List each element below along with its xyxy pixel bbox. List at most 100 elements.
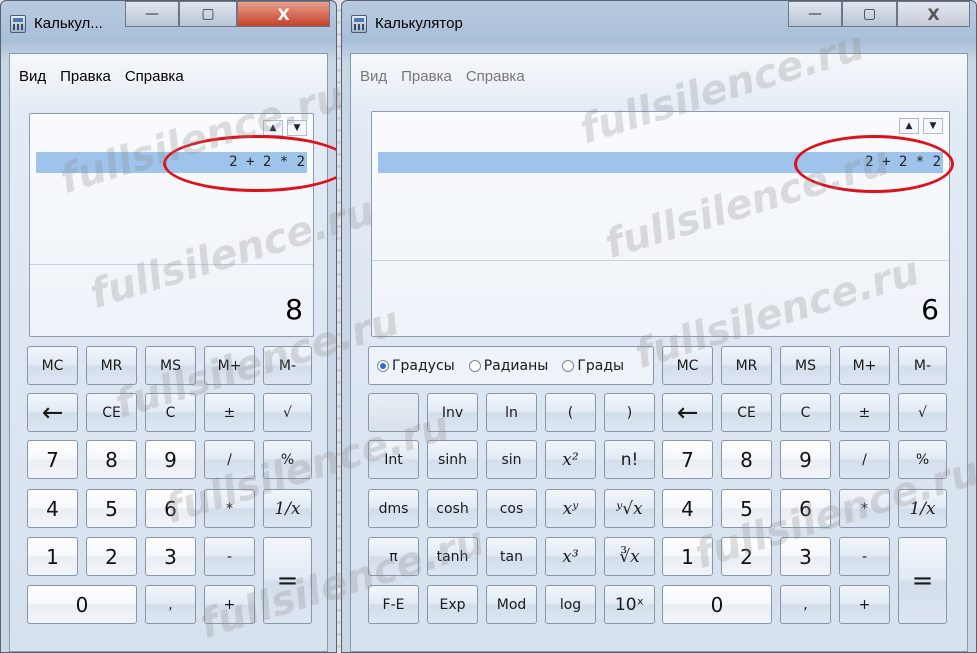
minus-button[interactable]: - bbox=[839, 537, 890, 576]
digit-0-button[interactable]: 0 bbox=[27, 585, 137, 624]
mr-button[interactable]: MR bbox=[721, 346, 772, 385]
exp-button[interactable]: Exp bbox=[427, 585, 478, 624]
sqrt-button[interactable]: √ bbox=[898, 393, 947, 432]
digit-9-button[interactable]: 9 bbox=[780, 440, 831, 479]
digit-3-button[interactable]: 3 bbox=[780, 537, 831, 576]
menu-help[interactable]: Справка bbox=[125, 68, 184, 85]
digit-1-button[interactable]: 1 bbox=[662, 537, 713, 576]
plus-minus-button[interactable]: ± bbox=[204, 393, 255, 432]
ln-button[interactable]: ln bbox=[486, 393, 537, 432]
menu-help[interactable]: Справка bbox=[466, 68, 525, 85]
fe-button[interactable]: F-E bbox=[368, 585, 419, 624]
digit-7-button[interactable]: 7 bbox=[27, 440, 78, 479]
close-button[interactable]: X bbox=[237, 1, 330, 27]
cosh-button[interactable]: cosh bbox=[427, 489, 478, 528]
minimize-button[interactable]: — bbox=[125, 1, 179, 27]
radians-radio[interactable]: Радианы bbox=[468, 358, 548, 374]
divide-button[interactable]: / bbox=[204, 440, 255, 479]
x-power-y-button[interactable]: xʸ bbox=[545, 489, 596, 528]
percent-button[interactable]: % bbox=[898, 440, 947, 479]
multiply-button[interactable]: * bbox=[204, 489, 255, 528]
multiply-button[interactable]: * bbox=[839, 489, 890, 528]
reciprocal-button[interactable]: 1/x bbox=[263, 489, 312, 528]
title-bar[interactable]: Калькулятор — ▢ X bbox=[342, 1, 976, 53]
c-button[interactable]: C bbox=[145, 393, 196, 432]
pi-button[interactable]: π bbox=[368, 537, 419, 576]
digit-6-button[interactable]: 6 bbox=[145, 489, 196, 528]
plus-button[interactable]: + bbox=[839, 585, 890, 624]
digit-2-button[interactable]: 2 bbox=[721, 537, 772, 576]
x-squared-button[interactable]: x² bbox=[545, 440, 596, 479]
inv-button[interactable]: Inv bbox=[427, 393, 478, 432]
mc-button[interactable]: MC bbox=[27, 346, 78, 385]
digit-5-button[interactable]: 5 bbox=[86, 489, 137, 528]
grads-radio[interactable]: Грады bbox=[562, 358, 624, 374]
ten-power-x-button[interactable]: 10ˣ bbox=[604, 585, 655, 624]
title-bar[interactable]: Калькул... — ▢ X bbox=[1, 1, 336, 53]
m-minus-button[interactable]: M- bbox=[263, 346, 312, 385]
menu-view[interactable]: Вид bbox=[360, 68, 387, 85]
y-root-x-button[interactable]: ʸ√x bbox=[604, 489, 655, 528]
sin-button[interactable]: sin bbox=[486, 440, 537, 479]
cube-root-button[interactable]: ∛x bbox=[604, 537, 655, 576]
m-minus-button[interactable]: M- bbox=[898, 346, 947, 385]
close-button[interactable]: X bbox=[897, 1, 970, 27]
digit-4-button[interactable]: 4 bbox=[662, 489, 713, 528]
ms-button[interactable]: MS bbox=[780, 346, 831, 385]
degrees-radio[interactable]: Градусы bbox=[377, 358, 455, 374]
int-button[interactable]: Int bbox=[368, 440, 419, 479]
digit-0-button[interactable]: 0 bbox=[662, 585, 772, 624]
minimize-button[interactable]: — bbox=[788, 1, 842, 27]
menu-edit[interactable]: Правка bbox=[401, 68, 452, 85]
m-plus-button[interactable]: M+ bbox=[204, 346, 255, 385]
maximize-button[interactable]: ▢ bbox=[179, 1, 237, 27]
comma-button[interactable]: , bbox=[145, 585, 196, 624]
tan-button[interactable]: tan bbox=[486, 537, 537, 576]
minus-button[interactable]: - bbox=[204, 537, 255, 576]
digit-7-button[interactable]: 7 bbox=[662, 440, 713, 479]
plus-button[interactable]: + bbox=[204, 585, 255, 624]
m-plus-button[interactable]: M+ bbox=[839, 346, 890, 385]
maximize-button[interactable]: ▢ bbox=[842, 1, 897, 27]
backspace-button[interactable]: ← bbox=[662, 393, 713, 432]
menu-edit[interactable]: Правка bbox=[60, 68, 111, 85]
right-paren-button[interactable]: ) bbox=[604, 393, 655, 432]
equals-button[interactable]: = bbox=[898, 537, 947, 624]
mod-button[interactable]: Mod bbox=[486, 585, 537, 624]
ce-button[interactable]: CE bbox=[721, 393, 772, 432]
sqrt-button[interactable]: √ bbox=[263, 393, 312, 432]
comma-button[interactable]: , bbox=[780, 585, 831, 624]
mc-button[interactable]: MC bbox=[662, 346, 713, 385]
digit-5-button[interactable]: 5 bbox=[721, 489, 772, 528]
c-button[interactable]: C bbox=[780, 393, 831, 432]
left-paren-button[interactable]: ( bbox=[545, 393, 596, 432]
dms-button[interactable]: dms bbox=[368, 489, 419, 528]
mr-button[interactable]: MR bbox=[86, 346, 137, 385]
scroll-up-icon[interactable]: ▲ bbox=[899, 118, 919, 134]
ce-button[interactable]: CE bbox=[86, 393, 137, 432]
log-button[interactable]: log bbox=[545, 585, 596, 624]
digit-4-button[interactable]: 4 bbox=[27, 489, 78, 528]
scroll-down-icon[interactable]: ▼ bbox=[287, 120, 307, 136]
factorial-button[interactable]: n! bbox=[604, 440, 655, 479]
reciprocal-button[interactable]: 1/x bbox=[898, 489, 947, 528]
digit-2-button[interactable]: 2 bbox=[86, 537, 137, 576]
divide-button[interactable]: / bbox=[839, 440, 890, 479]
sinh-button[interactable]: sinh bbox=[427, 440, 478, 479]
backspace-button[interactable]: ← bbox=[27, 393, 78, 432]
cos-button[interactable]: cos bbox=[486, 489, 537, 528]
scroll-down-icon[interactable]: ▼ bbox=[923, 118, 943, 134]
tanh-button[interactable]: tanh bbox=[427, 537, 478, 576]
digit-8-button[interactable]: 8 bbox=[86, 440, 137, 479]
percent-button[interactable]: % bbox=[263, 440, 312, 479]
plus-minus-button[interactable]: ± bbox=[839, 393, 890, 432]
menu-view[interactable]: Вид bbox=[19, 68, 46, 85]
digit-1-button[interactable]: 1 bbox=[27, 537, 78, 576]
ms-button[interactable]: MS bbox=[145, 346, 196, 385]
digit-3-button[interactable]: 3 bbox=[145, 537, 196, 576]
x-cubed-button[interactable]: x³ bbox=[545, 537, 596, 576]
digit-9-button[interactable]: 9 bbox=[145, 440, 196, 479]
digit-6-button[interactable]: 6 bbox=[780, 489, 831, 528]
equals-button[interactable]: = bbox=[263, 537, 312, 624]
scroll-up-icon[interactable]: ▲ bbox=[263, 120, 283, 136]
